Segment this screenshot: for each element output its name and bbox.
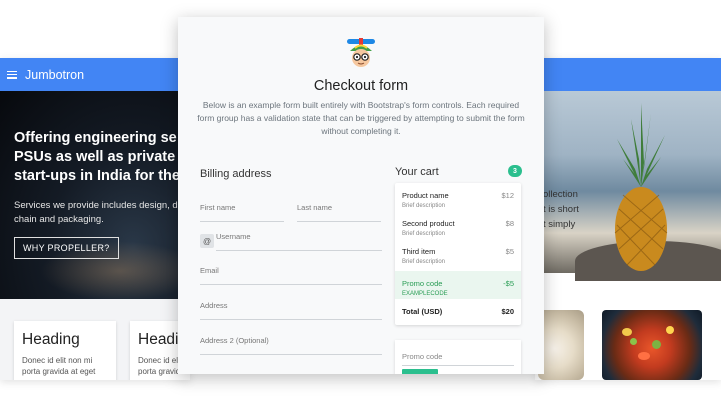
promo-code-value: EXAMPLECODE: [402, 291, 448, 297]
checkout-form-panel: Checkout form Below is an example form b…: [178, 17, 544, 374]
total-label: Total (USD): [402, 307, 443, 316]
page-description: Below is an example form built entirely …: [197, 100, 525, 136]
cart-item: Product name Brief description $12: [395, 183, 521, 211]
cart-item-desc: Brief description: [402, 231, 446, 237]
cart-item-price: $5: [505, 247, 514, 256]
heading-cards-row: Heading Donec id elit non mi porta gravi…: [0, 299, 190, 380]
menu-icon[interactable]: [7, 70, 17, 79]
why-propeller-button[interactable]: WHY PROPELLER?: [14, 237, 119, 259]
cart-count-badge: 3: [508, 165, 522, 177]
hero-text: Services we provide includes design, de …: [14, 200, 190, 225]
email-label: Email: [200, 266, 219, 275]
pineapple-beach-image: ollection t is short t simply: [535, 91, 721, 281]
jumbotron-page-preview: Jumbotron Offering engineering se PSUs a…: [0, 58, 190, 380]
top-app-bar: Jumbotron: [0, 58, 190, 91]
first-name-field[interactable]: First name: [200, 200, 284, 222]
cart-item-name: Product name: [402, 191, 449, 200]
cart-list: Product name Brief description $12 Secon…: [395, 183, 521, 325]
promo-discount: -$5: [503, 279, 514, 288]
promo-applied-row: Promo code EXAMPLECODE -$5: [395, 271, 521, 299]
cart-item-name: Third item: [402, 247, 436, 256]
last-name-label: Last name: [297, 203, 333, 212]
beach-caption: ollection t is short t simply: [543, 187, 579, 232]
stir-fry-image: [602, 310, 702, 380]
at-sign-addon: @: [200, 234, 214, 248]
caption-line: ollection: [543, 189, 578, 200]
pineapple-icon: [614, 103, 668, 271]
propeller-mascot-logo: [347, 38, 375, 67]
total-amount: $20: [501, 307, 514, 316]
cart-item-price: $12: [501, 191, 514, 200]
email-field[interactable]: Email: [200, 263, 382, 285]
first-name-label: First name: [200, 203, 236, 212]
address-field[interactable]: Address: [200, 298, 382, 320]
address-label: Address: [200, 301, 228, 310]
cart-item: Third item Brief description $5: [395, 239, 521, 267]
billing-address-heading: Billing address: [200, 168, 272, 180]
app-bar-title: Jumbotron: [25, 67, 85, 82]
pineapple-page-preview: ollection t is short t simply: [535, 58, 721, 380]
address-2-label: Address 2 (Optional): [200, 336, 269, 345]
promo-code-card: Promo code: [395, 340, 521, 374]
cart-item: Second product Brief description $8: [395, 211, 521, 239]
caption-line: t is short: [543, 204, 579, 215]
address-2-field[interactable]: Address 2 (Optional): [200, 333, 382, 355]
page-title: Checkout form: [313, 78, 409, 94]
cart-item-desc: Brief description: [402, 259, 446, 265]
cart-item-price: $8: [505, 219, 514, 228]
cart-total-row: Total (USD) $20: [395, 299, 521, 327]
redeem-button[interactable]: [402, 369, 438, 374]
heading-card: Heading Donec id elit non mi porta gravi…: [14, 321, 116, 380]
promo-label: Promo code: [402, 279, 443, 288]
top-app-bar: [535, 58, 721, 91]
last-name-field[interactable]: Last name: [297, 200, 381, 222]
username-field[interactable]: Username: [216, 229, 382, 251]
caption-line: t simply: [543, 219, 576, 230]
jumbotron-hero: Offering engineering se PSUs as well as …: [0, 91, 190, 301]
rice-bowl-image: [538, 310, 584, 380]
card-heading: Heading: [22, 331, 80, 348]
hero-title: Offering engineering se PSUs as well as …: [14, 130, 180, 184]
showcase-stage: Jumbotron Offering engineering se PSUs a…: [0, 0, 721, 401]
username-label: Username: [216, 232, 251, 241]
card-text: Donec id elit non mi porta gravida at eg…: [22, 356, 96, 376]
cart-item-desc: Brief description: [402, 203, 446, 209]
promo-code-input[interactable]: Promo code: [402, 348, 514, 366]
cart-item-name: Second product: [402, 219, 455, 228]
your-cart-heading: Your cart: [395, 166, 439, 178]
